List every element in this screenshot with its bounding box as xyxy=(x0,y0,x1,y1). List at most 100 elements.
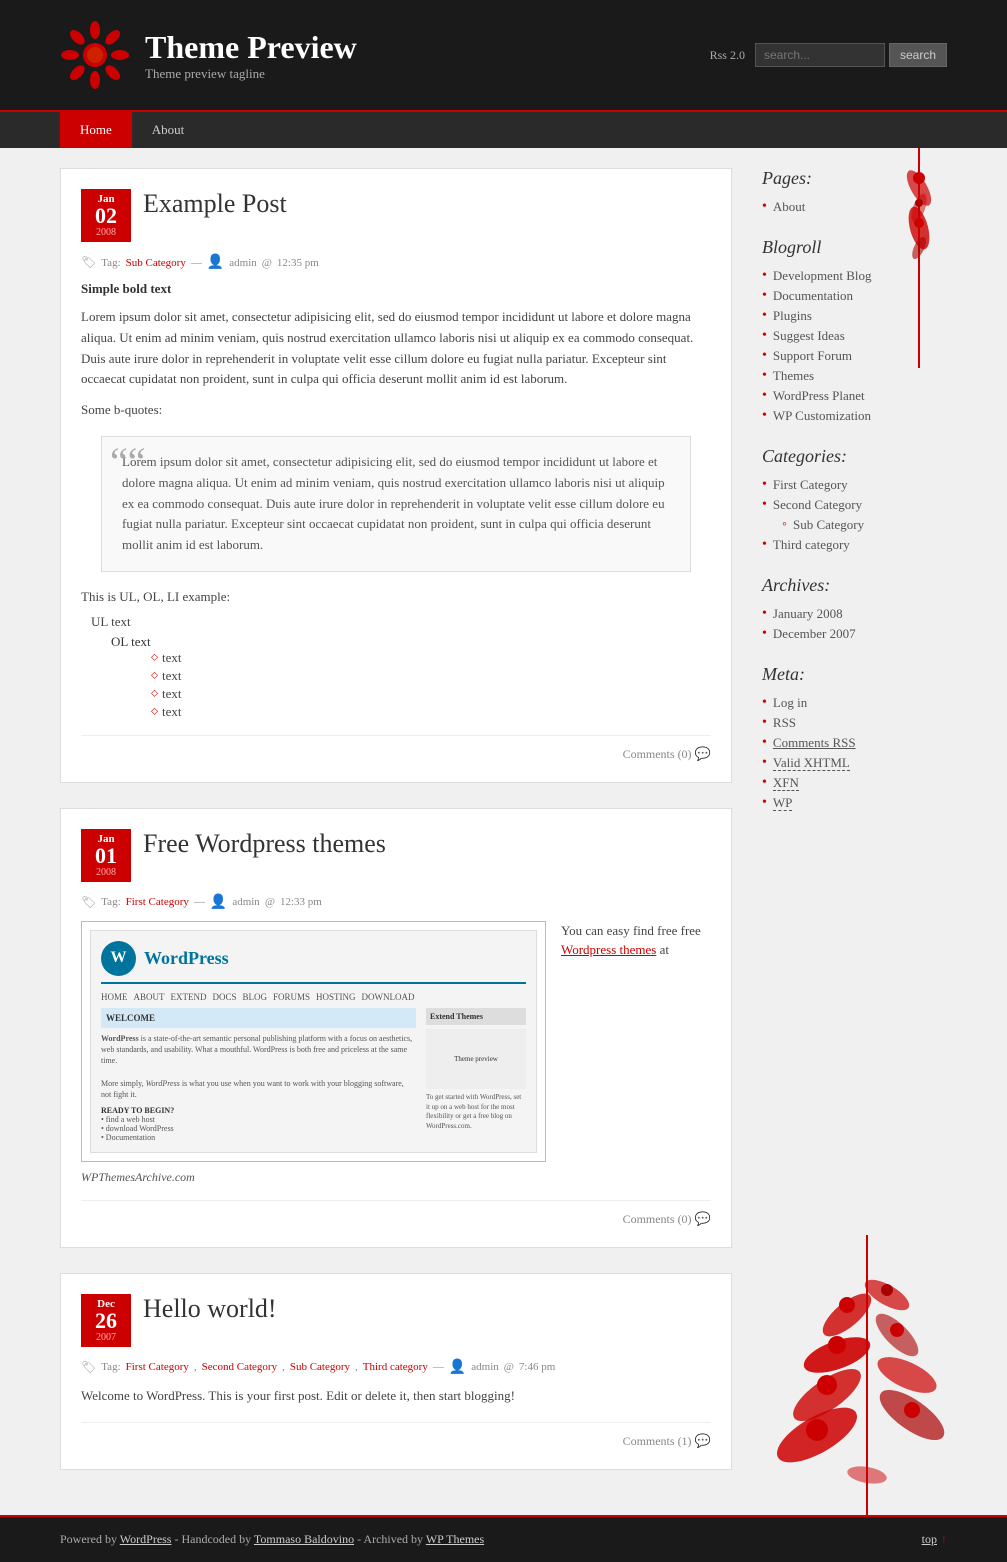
meta-xfn: XFN xyxy=(762,773,947,793)
post-3-header: Dec 26 2007 Hello world! xyxy=(81,1294,711,1347)
meta-rss: RSS xyxy=(762,713,947,733)
blogroll-wordpress-planet: WordPress Planet xyxy=(762,386,947,406)
tag-label-2: Tag: xyxy=(101,896,120,908)
post-3-tag3[interactable]: Sub Category xyxy=(290,1361,350,1373)
post-1-time: 12:35 pm xyxy=(277,257,319,269)
nav-bar: Home About xyxy=(0,110,1007,148)
post-3-comments[interactable]: Comments (1) xyxy=(623,1434,692,1448)
meta-rss-link[interactable]: RSS xyxy=(773,715,796,731)
main-wrapper: Jan 02 2008 Example Post 🏷 Tag: Sub Cate… xyxy=(0,148,1007,1515)
blogroll-themes: Themes xyxy=(762,366,947,386)
cat-third-link[interactable]: Third category xyxy=(773,537,850,553)
cat-first: First Category xyxy=(762,475,947,495)
li-bullet-3: ⬦ xyxy=(151,688,158,699)
tag-icon: 🏷 xyxy=(81,255,96,270)
post-2-year: 2008 xyxy=(89,867,123,878)
blogroll-wordpress-planet-link[interactable]: WordPress Planet xyxy=(773,388,865,404)
li-bullet-1: ⬦ xyxy=(151,652,158,663)
header-right: Rss 2.0 search xyxy=(710,43,947,67)
post-1-comments[interactable]: Comments (0) xyxy=(623,747,692,761)
blogroll-support-forum: Support Forum xyxy=(762,346,947,366)
footer-powered-by: Powered by xyxy=(60,1532,120,1546)
author-icon-2: 👤 xyxy=(210,894,227,911)
footer-left: Powered by WordPress - Handcoded by Tomm… xyxy=(60,1532,484,1547)
cat-sub-link[interactable]: Sub Category xyxy=(793,517,864,533)
author-icon: 👤 xyxy=(207,254,224,271)
post-3-tag4[interactable]: Third category xyxy=(363,1361,428,1373)
meta-valid-xhtml-link[interactable]: Valid XHTML xyxy=(773,755,850,771)
post-3-body: Welcome to WordPress. This is your first… xyxy=(81,1386,711,1407)
blogroll-suggest-ideas-link[interactable]: Suggest Ideas xyxy=(773,328,845,344)
post-2-author: admin xyxy=(232,896,260,908)
rss-link[interactable]: Rss 2.0 xyxy=(710,48,745,63)
sidebar-blogroll-list: Development Blog Documentation Plugins S… xyxy=(762,266,947,426)
footer-top-link[interactable]: top xyxy=(922,1532,937,1547)
search-button[interactable]: search xyxy=(889,43,947,67)
post-2-title: Free Wordpress themes xyxy=(143,829,386,859)
post-2-time: 12:33 pm xyxy=(280,896,322,908)
archive-jan-2008-link[interactable]: January 2008 xyxy=(773,606,843,622)
cat-first-link[interactable]: First Category xyxy=(773,477,848,493)
blogroll-development-blog-link[interactable]: Development Blog xyxy=(773,268,872,284)
post-3-tag2[interactable]: Second Category xyxy=(202,1361,277,1373)
footer-wp-themes-link[interactable]: WP Themes xyxy=(426,1532,484,1546)
blogroll-plugins: Plugins xyxy=(762,306,947,326)
sidebar-page-about: About xyxy=(762,197,947,217)
li-bullet-2: ⬦ xyxy=(151,670,158,681)
search-input[interactable] xyxy=(755,43,885,67)
post-3-author: admin xyxy=(471,1361,499,1373)
meta-login-link[interactable]: Log in xyxy=(773,695,807,711)
post-1-ol-text: OL text xyxy=(111,634,151,649)
post-2-image-area: W WordPress HOMEABOUTEXTENDDOCSBLOGFORUM… xyxy=(81,921,546,1185)
blogroll-documentation-link[interactable]: Documentation xyxy=(773,288,853,304)
post-2-day: 01 xyxy=(89,845,123,867)
sidebar-pages-list: About xyxy=(762,197,947,217)
post-2: Jan 01 2008 Free Wordpress themes 🏷 Tag:… xyxy=(60,808,732,1248)
post-3-year: 2007 xyxy=(89,1332,123,1343)
nav-item-about[interactable]: About xyxy=(132,112,205,148)
sidebar-page-about-link[interactable]: About xyxy=(773,199,806,215)
footer-archived-by: - Archived by xyxy=(357,1532,426,1546)
cat-second-link[interactable]: Second Category xyxy=(773,497,862,513)
post-2-credit: WPThemesArchive.com xyxy=(81,1170,546,1185)
meta-comments-rss-link[interactable]: Comments RSS xyxy=(773,735,856,751)
blogroll-themes-link[interactable]: Themes xyxy=(773,368,814,384)
comment-icon-2: 💬 xyxy=(695,1211,711,1226)
footer-wordpress-link[interactable]: WordPress xyxy=(120,1532,172,1546)
sidebar-blogroll: Blogroll Development Blog Documentation … xyxy=(762,237,947,426)
li-3-text: text xyxy=(162,686,182,702)
footer-author-link[interactable]: Tommaso Baldovino xyxy=(254,1532,354,1546)
post-2-content: W WordPress HOMEABOUTEXTENDDOCSBLOGFORUM… xyxy=(81,921,711,1185)
meta-wp: WP xyxy=(762,793,947,813)
blogroll-support-forum-link[interactable]: Support Forum xyxy=(773,348,852,364)
post-2-footer: Comments (0) 💬 xyxy=(81,1200,711,1227)
post-2-comments[interactable]: Comments (0) xyxy=(623,1212,692,1226)
post-1-list: UL text OL text ⬦ text ⬦ text xyxy=(91,614,711,720)
archive-dec-2007-link[interactable]: December 2007 xyxy=(773,626,856,642)
post-2-aside: You can easy find free free Wordpress th… xyxy=(561,921,711,1185)
post-2-header: Jan 01 2008 Free Wordpress themes xyxy=(81,829,711,882)
post-3-tag1[interactable]: First Category xyxy=(126,1361,189,1373)
post-2-tag-link[interactable]: First Category xyxy=(126,896,189,908)
blogroll-plugins-link[interactable]: Plugins xyxy=(773,308,812,324)
post-1-header: Jan 02 2008 Example Post xyxy=(81,189,711,242)
li-2-text: text xyxy=(162,668,182,684)
cat-second: Second Category xyxy=(762,495,947,515)
meta-login: Log in xyxy=(762,693,947,713)
sidebar-blogroll-title: Blogroll xyxy=(762,237,947,258)
meta-xfn-link[interactable]: XFN xyxy=(773,775,799,791)
post-1-author: admin xyxy=(229,257,257,269)
meta-wp-link[interactable]: WP xyxy=(773,795,793,811)
post-1-ol: OL text ⬦ text ⬦ text ⬦ text xyxy=(111,634,711,720)
blogroll-wp-customization: WP Customization xyxy=(762,406,947,426)
post-2-meta: 🏷 Tag: First Category — 👤 admin @ 12:33 … xyxy=(81,894,711,911)
header: Theme Preview Theme preview tagline Rss … xyxy=(0,0,1007,110)
author-icon-3: 👤 xyxy=(449,1359,466,1376)
post-1-body: Lorem ipsum dolor sit amet, consectetur … xyxy=(81,307,711,720)
content-area: Jan 02 2008 Example Post 🏷 Tag: Sub Cate… xyxy=(60,168,732,1495)
blogroll-wp-customization-link[interactable]: WP Customization xyxy=(773,408,871,424)
post-1-tag-link[interactable]: Sub Category xyxy=(126,257,186,269)
tag-label: Tag: xyxy=(101,257,120,269)
nav-item-home[interactable]: Home xyxy=(60,112,132,148)
post-2-aside-link[interactable]: Wordpress themes xyxy=(561,942,656,957)
